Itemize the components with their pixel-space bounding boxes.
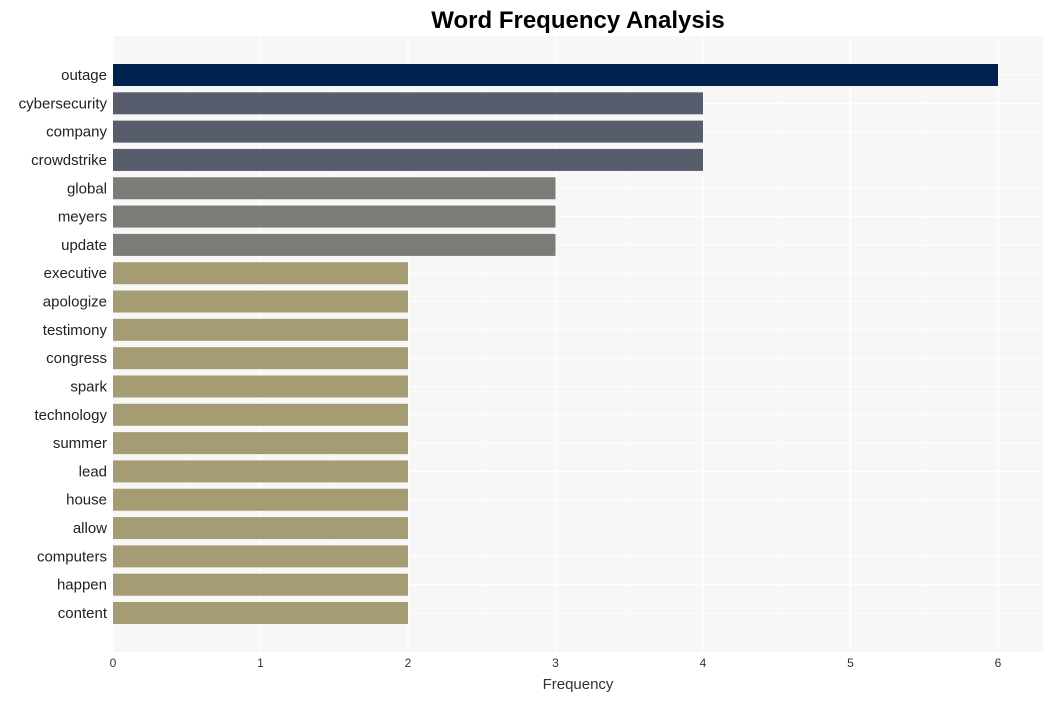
x-tick-label: 5 xyxy=(847,656,854,670)
x-tick-label: 1 xyxy=(257,656,264,670)
x-tick-label: 6 xyxy=(995,656,1002,670)
x-axis-ticks: 0 1 2 3 4 5 6 xyxy=(110,656,1002,670)
y-label-update: update xyxy=(61,237,107,254)
bar-summer xyxy=(113,432,408,455)
bar-executive xyxy=(113,262,408,285)
y-label-house: house xyxy=(66,492,107,509)
y-label-computers: computers xyxy=(37,548,107,565)
bar-house xyxy=(113,488,408,511)
bar-company xyxy=(113,120,703,143)
y-label-crowdstrike: crowdstrike xyxy=(31,152,107,169)
y-label-executive: executive xyxy=(44,265,107,282)
y-label-testimony: testimony xyxy=(43,322,108,339)
y-label-lead: lead xyxy=(79,463,107,480)
x-tick-label: 2 xyxy=(405,656,412,670)
bar-update xyxy=(113,233,556,256)
x-tick-label: 4 xyxy=(700,656,707,670)
y-label-cybersecurity: cybersecurity xyxy=(19,95,108,112)
y-label-happen: happen xyxy=(57,577,107,594)
bar-content xyxy=(113,602,408,624)
bar-computers xyxy=(113,545,408,568)
bar-lead xyxy=(113,460,408,483)
x-tick-label: 3 xyxy=(552,656,559,670)
y-label-content: content xyxy=(58,605,108,622)
y-label-global: global xyxy=(67,180,107,197)
bar-testimony xyxy=(113,318,408,341)
x-axis-label: Frequency xyxy=(543,676,614,693)
bar-meyers xyxy=(113,205,556,228)
bar-technology xyxy=(113,403,408,426)
bar-happen xyxy=(113,573,408,596)
bar-allow xyxy=(113,517,408,540)
word-frequency-chart: outage cybersecurity company crowdstrike glo… xyxy=(19,7,1043,693)
y-label-outage: outage xyxy=(61,67,107,84)
y-label-apologize: apologize xyxy=(43,294,107,311)
y-label-allow: allow xyxy=(73,520,107,537)
y-axis-labels: outage cybersecurity company crowdstrike glo… xyxy=(19,67,108,622)
bar-global xyxy=(113,177,556,200)
y-label-congress: congress xyxy=(46,350,107,367)
chart-title: Word Frequency Analysis xyxy=(431,7,724,34)
bar-cybersecurity xyxy=(113,92,703,115)
y-label-spark: spark xyxy=(70,378,107,395)
bar-spark xyxy=(113,375,408,398)
bar-crowdstrike xyxy=(113,148,703,171)
x-tick-label: 0 xyxy=(110,656,117,670)
bar-apologize xyxy=(113,290,408,313)
bar-outage xyxy=(113,64,998,86)
y-label-company: company xyxy=(46,124,107,141)
y-label-summer: summer xyxy=(53,435,107,452)
y-label-meyers: meyers xyxy=(58,209,107,226)
y-label-technology: technology xyxy=(34,407,107,424)
bar-congress xyxy=(113,347,408,370)
